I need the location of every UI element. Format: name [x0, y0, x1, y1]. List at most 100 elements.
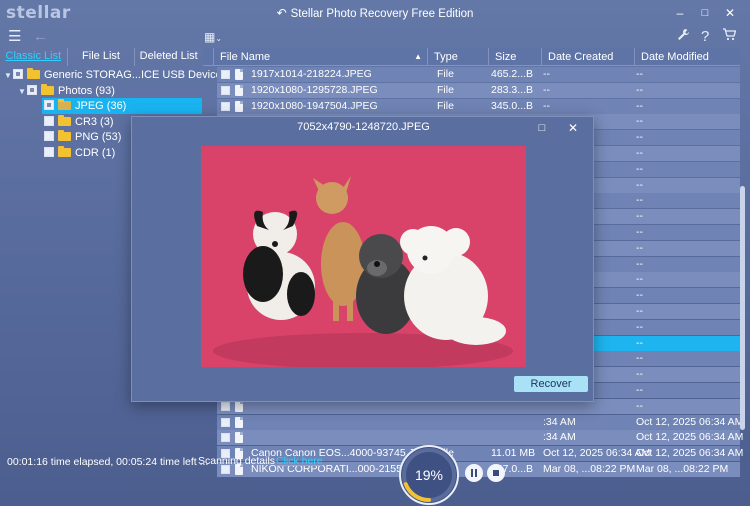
date-created-cell: --	[543, 68, 550, 80]
app-window: stellar ↶ Stellar Photo Recovery Free Edi…	[0, 0, 750, 506]
table-row[interactable]: 1917x1014-218224.JPEG File 465.2...B -- --	[217, 67, 740, 82]
date-modified-cell: --	[636, 399, 643, 412]
date-modified-cell: --	[636, 241, 643, 254]
tab-deleted-list[interactable]: Deleted List	[135, 48, 202, 66]
date-modified-cell: --	[636, 273, 643, 286]
column-size[interactable]: Size	[488, 48, 541, 66]
file-icon	[235, 69, 243, 80]
status-bar: 00:01:16 time elapsed, 00:05:24 time lef…	[0, 430, 750, 506]
preview-maximize-button[interactable]: □	[533, 120, 551, 136]
date-modified-cell: --	[636, 147, 643, 159]
minimize-button[interactable]: –	[669, 4, 691, 22]
size-cell: 465.2...B	[491, 68, 534, 80]
row-checkbox[interactable]	[221, 85, 230, 95]
date-modified-cell: --	[636, 131, 643, 144]
tree-node-label: Generic STORAG...ICE USB Device	[44, 69, 222, 81]
column-date-created[interactable]: Date Created	[541, 48, 634, 66]
preview-title: 7052x4790-1248720.JPEG	[297, 121, 430, 133]
row-checkbox[interactable]	[221, 70, 230, 79]
folder-icon	[58, 99, 71, 110]
size-cell: 345.0...B	[491, 99, 534, 112]
cart-icon[interactable]	[722, 28, 737, 46]
tab-classic-list[interactable]: Classic List	[0, 48, 68, 66]
grid-view-icon[interactable]: ▦⌄	[204, 28, 222, 48]
date-modified-cell: --	[636, 178, 643, 191]
hamburger-menu-icon[interactable]: ☰	[8, 28, 21, 46]
file-icon	[235, 84, 243, 96]
title-bar: stellar ↶ Stellar Photo Recovery Free Edi…	[0, 0, 750, 26]
date-modified-cell: --	[636, 257, 643, 270]
row-checkbox[interactable]	[221, 401, 230, 411]
date-created-cell: :34 AM	[543, 415, 576, 428]
stop-button[interactable]	[487, 464, 505, 482]
date-modified-cell: --	[636, 194, 643, 207]
column-file-name[interactable]: File Name ▲	[213, 48, 427, 66]
checkbox[interactable]	[44, 100, 54, 110]
tree-node-device[interactable]: ▼ Generic STORAG...ICE USB Device	[3, 67, 222, 84]
pause-button[interactable]	[465, 464, 483, 482]
table-row[interactable]: 1920x1080-1295728.JPEG File 283.3...B -- --	[217, 82, 740, 98]
size-cell: 283.3...B	[491, 83, 534, 96]
toolbar: ☰ ← ▦⌄ ?	[0, 26, 750, 48]
click-here-link[interactable]: Click here	[276, 455, 323, 467]
help-icon[interactable]: ?	[701, 28, 709, 46]
preview-close-button[interactable]: ✕	[564, 120, 582, 136]
expand-arrow-icon[interactable]: ▼	[17, 84, 27, 100]
folder-icon	[58, 146, 71, 157]
tab-file-list[interactable]: File List	[68, 48, 136, 66]
folder-icon	[27, 68, 40, 79]
close-button[interactable]: ✕	[719, 4, 741, 22]
wrench-icon[interactable]	[677, 28, 690, 46]
sort-ascending-icon[interactable]: ▲	[414, 48, 422, 66]
tree-node-label: Photos (93)	[58, 85, 115, 97]
left-view-tabs: Classic List File List Deleted List	[0, 48, 202, 66]
progress-percent-text: 19%	[414, 467, 444, 483]
tree-node-jpeg[interactable]: JPEG (36)	[42, 98, 202, 114]
folder-icon	[58, 115, 71, 126]
table-row[interactable]: :34 AM Oct 12, 2025 06:34 AM	[217, 414, 743, 430]
back-arrow-icon[interactable]: ←	[33, 28, 48, 46]
date-created-cell: --	[543, 83, 550, 96]
checkbox[interactable]	[27, 85, 37, 95]
scrollbar-thumb[interactable]	[740, 186, 745, 430]
date-modified-cell: --	[636, 99, 643, 112]
elapsed-time-text: 00:01:16 time elapsed, 00:05:24 time lef…	[7, 456, 209, 468]
recover-button[interactable]: Recover	[514, 376, 588, 392]
tree-node-label: PNG (53)	[75, 131, 122, 143]
date-modified-cell: --	[636, 162, 643, 175]
column-type[interactable]: Type	[427, 48, 488, 66]
date-modified-cell: --	[636, 210, 643, 223]
tree-node-label: CDR (1)	[75, 147, 116, 159]
undo-arrow-icon[interactable]: ↶	[277, 6, 287, 20]
checkbox[interactable]	[13, 69, 23, 79]
window-title: ↶ Stellar Photo Recovery Free Edition	[0, 6, 750, 20]
checkbox[interactable]	[44, 147, 54, 157]
type-cell: File	[437, 68, 454, 80]
table-scrollbar[interactable]	[739, 66, 746, 430]
checkbox[interactable]	[44, 116, 54, 126]
date-modified-cell: --	[636, 384, 643, 396]
row-checkbox[interactable]	[221, 417, 230, 427]
table-row[interactable]: 1920x1080-1947504.JPEG File 345.0...B -- --	[217, 98, 740, 114]
date-modified-cell: --	[636, 83, 643, 96]
scanning-details-label: Scanning details	[198, 455, 276, 467]
tree-node-photos[interactable]: ▼ Photos (93)	[17, 83, 202, 99]
file-name-cell: 1917x1014-218224.JPEG	[251, 68, 372, 80]
row-checkbox[interactable]	[221, 101, 230, 111]
tree-node-label: JPEG (36)	[75, 100, 127, 112]
date-modified-cell: --	[636, 115, 643, 128]
date-modified-cell: --	[636, 289, 643, 302]
date-modified-cell: --	[636, 352, 643, 365]
date-created-cell: --	[543, 99, 550, 112]
pause-icon	[471, 469, 477, 477]
file-name-cell: 1920x1080-1947504.JPEG	[251, 99, 378, 112]
file-name-cell: 1920x1080-1295728.JPEG	[251, 83, 378, 96]
column-date-modified[interactable]: Date Modified	[634, 48, 740, 66]
type-cell: File	[437, 99, 454, 112]
file-icon	[235, 100, 243, 112]
expand-arrow-icon[interactable]: ▼	[3, 68, 13, 84]
dogs-photo-preview	[201, 146, 526, 367]
checkbox[interactable]	[44, 131, 54, 141]
maximize-button[interactable]: □	[694, 4, 716, 22]
file-icon	[235, 416, 243, 428]
